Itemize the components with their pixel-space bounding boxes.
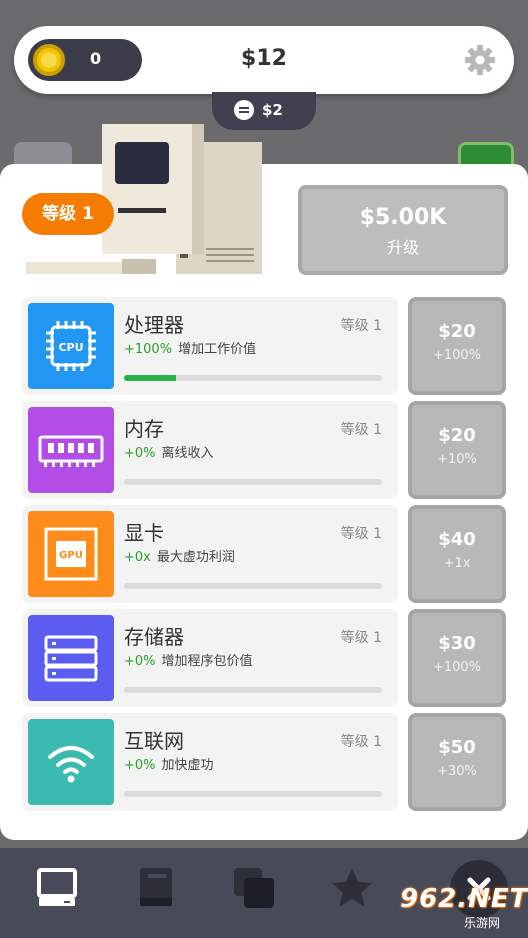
component-title: 互联网 <box>124 729 184 753</box>
component-row-3: GPU 显卡 等级 1 +0x 最大虚功利润 <box>22 505 398 603</box>
upgrade-machine-button[interactable]: $5.00K 升级 <box>298 185 508 275</box>
progress-fill <box>124 375 176 381</box>
buy-bonus: +30% <box>437 764 477 779</box>
upgrade-label: 升级 <box>386 238 419 257</box>
component-desc-text: 增加工作价值 <box>178 342 257 357</box>
top-bar: 0 $12 <box>14 26 514 94</box>
layers-icon[interactable] <box>232 866 276 910</box>
buy-bonus: +1x <box>443 556 471 571</box>
component-desc-text: 离线收入 <box>161 446 214 461</box>
component-percent: +100% <box>124 342 173 357</box>
component-percent: +0x <box>124 550 151 565</box>
wifi-icon <box>28 719 114 805</box>
component-progress-bar <box>124 791 382 797</box>
money-balance: $12 <box>241 46 287 71</box>
component-level: 等级 1 <box>340 422 382 438</box>
component-percent: +0% <box>124 446 156 461</box>
buy-price: $30 <box>438 633 476 654</box>
component-row-2: 内存 等级 1 +0% 离线收入 <box>22 401 398 499</box>
income-icon <box>234 100 254 120</box>
buy-upgrade-button[interactable]: $30 +100% <box>408 609 506 707</box>
watermark-sub: 乐游网 <box>464 916 501 930</box>
buy-price: $20 <box>438 321 476 342</box>
component-description: +0% 增加程序包价值 <box>124 650 253 669</box>
buy-price: $50 <box>438 737 476 758</box>
watermark: 962.NET 乐游网 <box>388 884 527 932</box>
component-level: 等级 1 <box>340 526 382 542</box>
cpu-icon: CPU <box>28 303 114 389</box>
component-level: 等级 1 <box>340 318 382 334</box>
component-percent: +0% <box>124 758 156 773</box>
buy-bonus: +10% <box>437 452 477 467</box>
component-row-1: CPU 处理器 等级 1 +100% 增加工作价值 <box>22 297 398 395</box>
component-row-5: 互联网 等级 1 +0% 加快虚功 <box>22 713 398 811</box>
buy-upgrade-button[interactable]: $20 +100% <box>408 297 506 395</box>
component-progress-bar <box>124 375 382 381</box>
component-desc-text: 最大虚功利润 <box>156 550 235 565</box>
cpu-icon-label: CPU <box>58 341 83 354</box>
component-desc-text: 加快虚功 <box>161 758 214 773</box>
component-progress-bar <box>124 479 382 485</box>
gpu-icon: GPU <box>28 511 114 597</box>
component-percent: +0% <box>124 654 156 669</box>
component-description: +0% 加快虚功 <box>124 754 214 773</box>
buy-price: $40 <box>438 529 476 550</box>
income-value: $2 <box>262 101 283 119</box>
component-level: 等级 1 <box>340 630 382 646</box>
component-description: +100% 增加工作价值 <box>124 338 256 357</box>
machine-level-badge: 等级 1 <box>22 193 114 235</box>
buy-bonus: +100% <box>432 660 482 675</box>
component-level: 等级 1 <box>340 734 382 750</box>
component-title: 处理器 <box>124 313 184 337</box>
component-desc-text: 增加程序包价值 <box>161 654 253 669</box>
watermark-main: 962.NET <box>400 884 528 914</box>
component-description: +0% 离线收入 <box>124 442 214 461</box>
buy-upgrade-button[interactable]: $50 +30% <box>408 713 506 811</box>
component-progress-bar <box>124 687 382 693</box>
component-progress-bar <box>124 583 382 589</box>
component-title: 内存 <box>124 417 164 441</box>
component-title: 显卡 <box>124 521 164 545</box>
computer-icon[interactable] <box>36 866 80 910</box>
component-row-4: 存储器 等级 1 +0% 增加程序包价值 <box>22 609 398 707</box>
component-description: +0x 最大虚功利润 <box>124 546 235 565</box>
gear-icon[interactable] <box>464 44 496 76</box>
book-icon[interactable] <box>134 866 178 910</box>
gpu-icon-label: GPU <box>59 550 83 561</box>
upgrade-price: $5.00K <box>359 205 447 230</box>
buy-bonus: +100% <box>432 348 482 363</box>
ram-icon <box>28 407 114 493</box>
storage-icon <box>28 615 114 701</box>
star-icon[interactable] <box>330 866 374 910</box>
buy-upgrade-button[interactable]: $40 +1x <box>408 505 506 603</box>
buy-upgrade-button[interactable]: $20 +10% <box>408 401 506 499</box>
buy-price: $20 <box>438 425 476 446</box>
component-title: 存储器 <box>124 625 184 649</box>
